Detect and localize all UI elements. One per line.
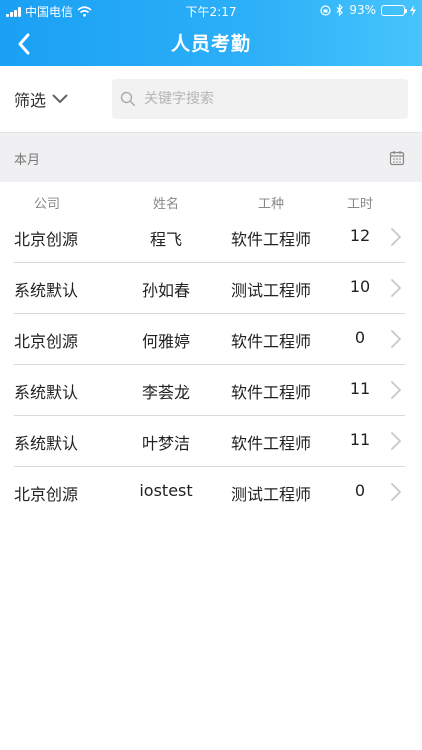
status-bar: 中国电信 下午2:17 93% bbox=[0, 0, 422, 22]
cell-trade: 软件工程师 bbox=[230, 434, 311, 453]
bluetooth-icon bbox=[336, 4, 344, 16]
page-title: 人员考勤 bbox=[170, 33, 251, 55]
cell-company: 系统默认 bbox=[14, 281, 79, 300]
table-row[interactable]: 北京创源 iostest 测试工程师 0 bbox=[0, 467, 422, 518]
cell-company: 北京创源 bbox=[14, 230, 79, 249]
table-row[interactable]: 系统默认 孙如春 测试工程师 10 bbox=[0, 263, 422, 314]
calendar-button[interactable] bbox=[386, 147, 408, 169]
search-input[interactable] bbox=[144, 91, 384, 107]
cell-name: 何雅婷 bbox=[141, 332, 190, 351]
cell-company: 系统默认 bbox=[14, 434, 79, 453]
chevron-right-icon bbox=[391, 432, 401, 450]
chevron-right-icon bbox=[391, 330, 401, 348]
period-bar: 本月 bbox=[0, 132, 422, 182]
cell-name: 李荟龙 bbox=[141, 383, 190, 402]
cell-hours: 0 bbox=[354, 481, 366, 500]
attendance-list: 北京创源 程飞 软件工程师 12 系统默认 孙如春 测试工程师 10 北京创源 … bbox=[0, 212, 422, 518]
table-row[interactable]: 北京创源 程飞 软件工程师 12 bbox=[0, 212, 422, 263]
cell-company: 系统默认 bbox=[14, 383, 79, 402]
cell-trade: 测试工程师 bbox=[230, 281, 311, 300]
filter-label: 筛选 bbox=[14, 91, 47, 110]
cell-hours: 11 bbox=[349, 379, 371, 398]
cell-hours: 12 bbox=[349, 226, 371, 245]
cell-name: 孙如春 bbox=[141, 281, 190, 300]
filter-bar: 筛选 bbox=[0, 66, 422, 132]
cell-hours: 11 bbox=[349, 430, 371, 449]
cell-name: iostest bbox=[139, 481, 193, 500]
chevron-right-icon bbox=[391, 483, 401, 501]
orientation-lock-icon bbox=[320, 4, 331, 16]
battery-icon bbox=[381, 4, 407, 16]
chevron-right-icon bbox=[391, 279, 401, 297]
cell-company: 北京创源 bbox=[14, 485, 79, 504]
search-box[interactable] bbox=[112, 79, 408, 119]
header-name: 姓名 bbox=[152, 197, 179, 212]
cell-trade: 软件工程师 bbox=[230, 230, 311, 249]
search-icon bbox=[120, 91, 136, 107]
table-row[interactable]: 北京创源 何雅婷 软件工程师 0 bbox=[0, 314, 422, 365]
filter-dropdown[interactable]: 筛选 bbox=[14, 85, 68, 113]
chevron-right-icon bbox=[391, 228, 401, 246]
chevron-down-icon bbox=[52, 94, 68, 103]
app-header: 中国电信 下午2:17 93% 人员考勤 bbox=[0, 0, 422, 66]
status-right: 93% bbox=[320, 3, 416, 17]
nav-bar: 人员考勤 bbox=[0, 22, 422, 66]
period-label: 本月 bbox=[14, 153, 41, 168]
table-header: 公司 姓名 工种 工时 bbox=[0, 190, 422, 214]
battery-percent: 93% bbox=[349, 3, 376, 17]
cell-trade: 测试工程师 bbox=[230, 485, 311, 504]
calendar-icon bbox=[389, 151, 405, 166]
cell-name: 程飞 bbox=[149, 230, 182, 249]
chevron-right-icon bbox=[391, 381, 401, 399]
header-trade: 工种 bbox=[257, 197, 284, 212]
cell-trade: 软件工程师 bbox=[230, 383, 311, 402]
cell-hours: 10 bbox=[349, 277, 371, 296]
cell-hours: 0 bbox=[354, 328, 366, 347]
header-hours: 工时 bbox=[346, 197, 373, 212]
cell-name: 叶梦洁 bbox=[141, 434, 190, 453]
table-row[interactable]: 系统默认 李荟龙 软件工程师 11 bbox=[0, 365, 422, 416]
charging-icon bbox=[410, 4, 416, 16]
cell-company: 北京创源 bbox=[14, 332, 79, 351]
cell-trade: 软件工程师 bbox=[230, 332, 311, 351]
header-company: 公司 bbox=[33, 197, 60, 212]
table-row[interactable]: 系统默认 叶梦洁 软件工程师 11 bbox=[0, 416, 422, 467]
